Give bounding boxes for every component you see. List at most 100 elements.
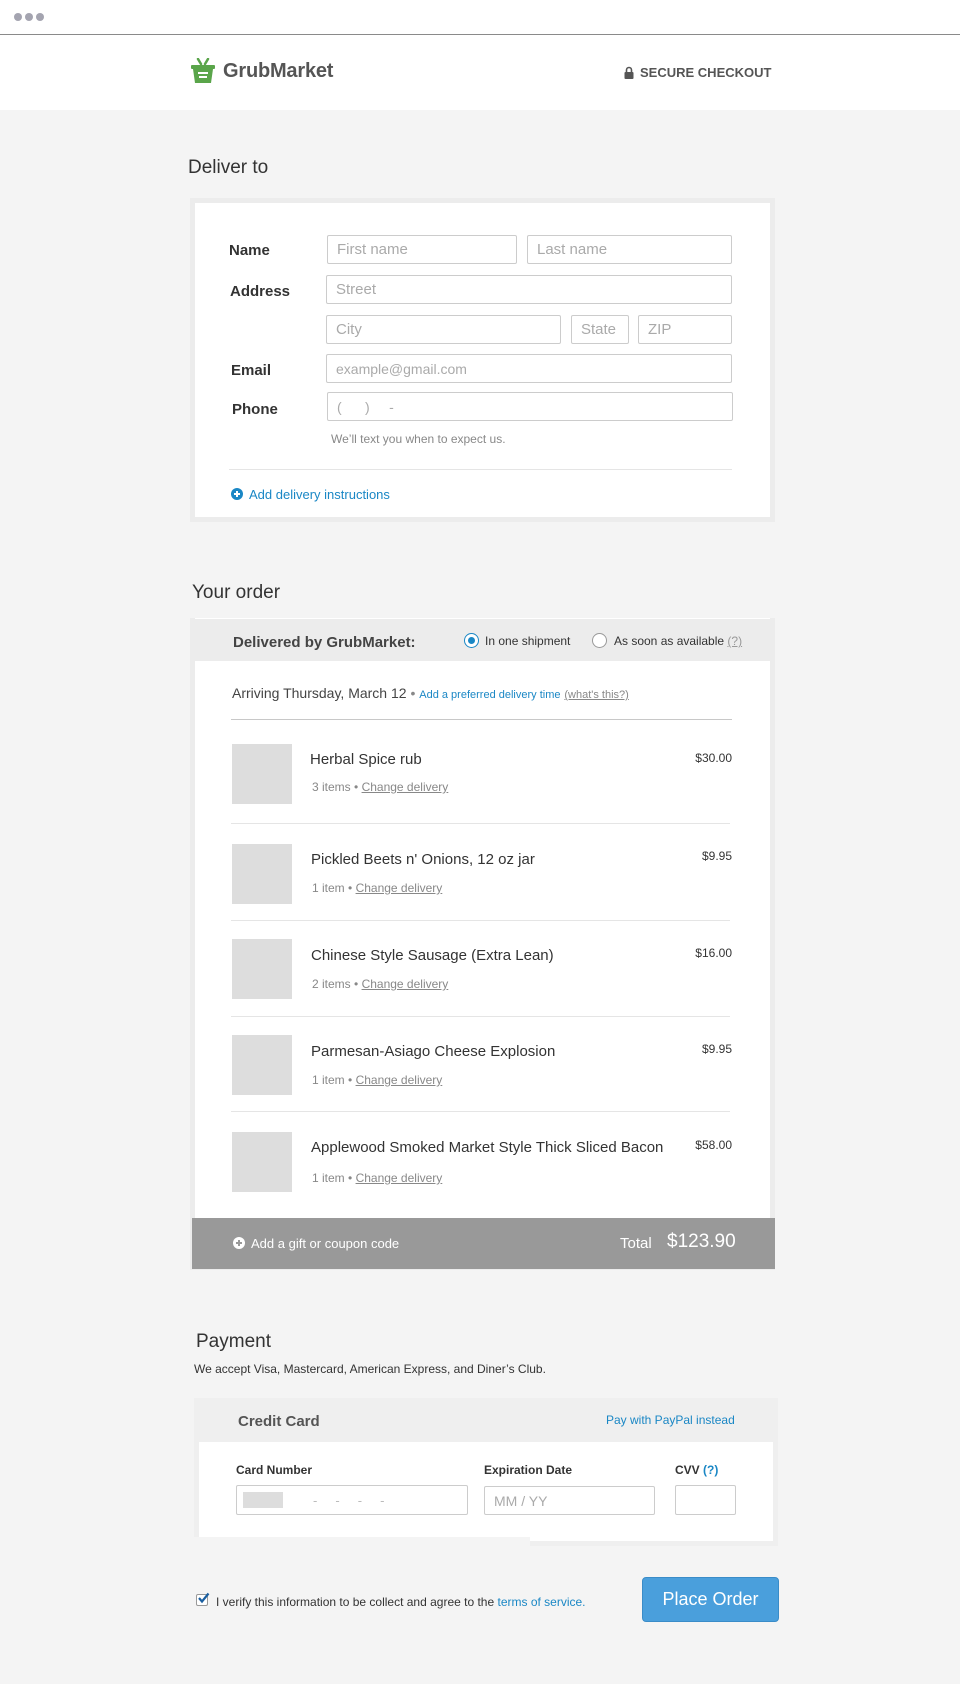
total-value: $123.90 — [667, 1231, 736, 1252]
total-label: Total — [620, 1235, 652, 1252]
panel-edge — [194, 1537, 530, 1547]
deliver-to-title: Deliver to — [188, 157, 269, 178]
address-label: Address — [230, 283, 291, 300]
verify-text: I verify this information to be collect … — [216, 1595, 495, 1609]
your-order-title: Your order — [192, 582, 281, 603]
place-order-button[interactable]: Place Order — [642, 1577, 779, 1622]
item-name: Pickled Beets n' Onions, 12 oz jar — [311, 851, 535, 868]
street-input[interactable]: Street — [326, 275, 732, 304]
brand-logo[interactable]: GrubMarket — [191, 58, 333, 84]
item-price: $58.00 — [695, 1138, 732, 1152]
payment-title: Payment — [196, 1331, 271, 1352]
change-delivery-link[interactable]: Change delivery — [356, 1073, 443, 1087]
item-meta: 2 items • Change delivery — [312, 977, 449, 991]
divider — [231, 1016, 730, 1017]
last-name-input[interactable]: Last name — [527, 235, 732, 264]
phone-note: We’ll text you when to expect us. — [331, 432, 506, 446]
change-delivery-link[interactable]: Change delivery — [356, 881, 443, 895]
item-qty: 1 item — [312, 1171, 345, 1185]
card-number-label: Card Number — [236, 1463, 313, 1477]
change-delivery-link[interactable]: Change delivery — [362, 977, 449, 991]
item-name: Applewood Smoked Market Style Thick Slic… — [311, 1139, 664, 1156]
divider — [229, 469, 732, 470]
checkmark-icon — [198, 1592, 210, 1604]
lock-icon — [624, 66, 634, 79]
state-input[interactable]: State — [571, 315, 629, 344]
item-meta: 1 item • Change delivery — [312, 881, 443, 895]
email-label: Email — [231, 362, 272, 379]
preferred-time-link[interactable]: Add a preferred delivery time — [419, 689, 560, 701]
arrival-line: Arriving Thursday, March 12 • Add a pref… — [232, 685, 629, 701]
change-delivery-link[interactable]: Change delivery — [356, 1171, 443, 1185]
expiration-label: Expiration Date — [484, 1463, 573, 1477]
item-qty: 3 items — [312, 780, 351, 794]
item-meta: 1 item • Change delivery — [312, 1171, 443, 1185]
asap-label: As soon as available — [614, 634, 725, 648]
name-label: Name — [229, 242, 270, 259]
first-name-input[interactable]: First name — [327, 235, 517, 264]
item-name: Herbal Spice rub — [310, 751, 422, 768]
phone-input[interactable]: ( ) - — [327, 392, 733, 421]
divider — [231, 1111, 730, 1112]
one-shipment-radio[interactable] — [464, 633, 479, 648]
plus-circle-icon — [233, 1237, 245, 1249]
window-dot-icon — [14, 13, 22, 21]
asap-help-link[interactable]: (?) — [727, 634, 742, 648]
credit-card-label: Credit Card — [238, 1413, 320, 1430]
cvv-label-group: CVV (?) — [675, 1463, 718, 1477]
item-price: $9.95 — [701, 849, 732, 863]
add-delivery-instructions-link[interactable]: Add delivery instructions — [231, 487, 390, 502]
product-image — [232, 939, 292, 999]
site-header — [0, 35, 960, 110]
divider — [231, 823, 730, 824]
asap-option[interactable]: As soon as available (?) — [614, 634, 742, 648]
item-meta: 1 item • Change delivery — [312, 1073, 443, 1087]
verify-checkbox[interactable] — [196, 1592, 210, 1606]
product-image — [232, 844, 292, 904]
product-image — [232, 1035, 292, 1095]
cvv-input[interactable] — [675, 1485, 736, 1515]
zip-input[interactable]: ZIP — [638, 315, 732, 344]
delivered-by-label: Delivered by GrubMarket: — [233, 634, 416, 651]
item-qty: 1 item — [312, 881, 345, 895]
divider — [231, 920, 730, 921]
order-total-bar: Add a gift or coupon code Total $123.90 — [192, 1218, 775, 1269]
item-name: Parmesan-Asiago Cheese Explosion — [311, 1043, 556, 1060]
expiration-input[interactable]: MM / YY — [484, 1486, 655, 1515]
cvv-help-link[interactable]: (?) — [703, 1463, 718, 1477]
phone-label: Phone — [232, 401, 278, 418]
item-price: $16.00 — [695, 946, 732, 960]
card-number-input[interactable]: - - - - — [236, 1485, 468, 1515]
item-name: Chinese Style Sausage (Extra Lean) — [311, 947, 554, 964]
brand-name: GrubMarket — [223, 59, 334, 82]
city-input[interactable]: City — [326, 315, 561, 344]
window-dot-icon — [36, 13, 44, 21]
card-number-placeholder: - - - - — [313, 1492, 385, 1508]
product-image — [232, 1132, 292, 1192]
terms-link[interactable]: terms of service. — [498, 1595, 586, 1609]
item-price: $30.00 — [695, 751, 732, 765]
product-image — [232, 744, 292, 804]
email-input[interactable]: example@gmail.com — [326, 354, 732, 383]
paypal-link[interactable]: Pay with PayPal instead — [606, 1413, 735, 1427]
whats-this-link[interactable]: (what's this?) — [564, 689, 628, 701]
one-shipment-label[interactable]: In one shipment — [485, 634, 570, 648]
change-delivery-link[interactable]: Change delivery — [362, 780, 449, 794]
card-type-icon — [243, 1492, 283, 1508]
coupon-label: Add a gift or coupon code — [251, 1236, 400, 1251]
item-meta: 3 items • Change delivery — [312, 780, 449, 794]
grubmarket-logo-icon — [191, 58, 215, 83]
coupon-link[interactable]: Add a gift or coupon code — [233, 1236, 399, 1251]
secure-checkout: SECURE CHECKOUT — [624, 65, 771, 80]
verify-text-line: I verify this information to be collect … — [216, 1595, 586, 1609]
asap-radio[interactable] — [592, 633, 607, 648]
item-price: $9.95 — [701, 1042, 732, 1056]
secure-checkout-label: SECURE CHECKOUT — [640, 65, 772, 80]
accepted-cards-note: We accept Visa, Mastercard, American Exp… — [194, 1362, 546, 1376]
add-delivery-instructions-label: Add delivery instructions — [249, 487, 390, 502]
window-chrome — [0, 0, 960, 35]
arrival-date: Arriving Thursday, March 12 — [232, 685, 407, 701]
cvv-label: CVV — [675, 1463, 700, 1477]
window-dot-icon — [25, 13, 33, 21]
item-qty: 1 item — [312, 1073, 345, 1087]
